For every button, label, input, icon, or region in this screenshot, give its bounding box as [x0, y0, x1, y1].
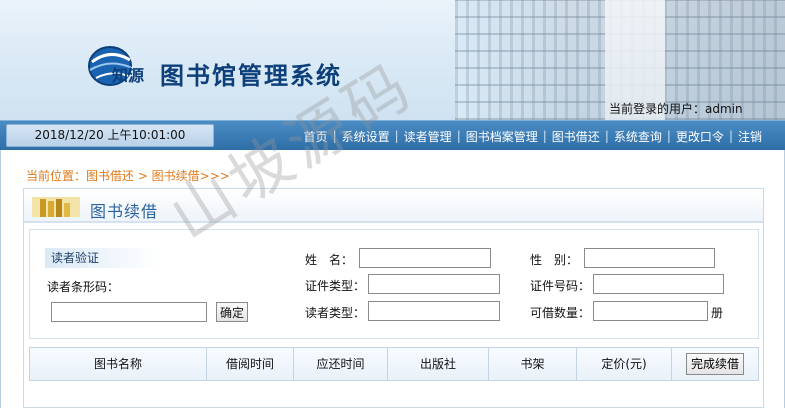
books-icon — [32, 197, 80, 217]
reader-type-field[interactable] — [368, 301, 500, 321]
main-content: 当前位置：图书借还 > 图书续借>>> 图书续借 读者验证 读者条形码： 确定 … — [0, 150, 785, 408]
panel-header: 图书续借 — [24, 189, 763, 223]
id-type-field[interactable] — [368, 274, 500, 294]
borrow-limit-label: 可借数量： — [530, 306, 591, 320]
column-header-due-time: 应还时间 — [294, 348, 388, 380]
column-header-borrow-time: 借阅时间 — [207, 348, 294, 380]
panel-title: 图书续借 — [90, 202, 159, 221]
id-number-label: 证件号码： — [530, 279, 591, 293]
column-header-book-name: 图书名称 — [30, 348, 207, 380]
column-header-shelf: 书架 — [489, 348, 577, 380]
barcode-label: 读者条形码： — [47, 280, 120, 294]
reader-verify-heading: 读者验证 — [45, 248, 160, 268]
action-cell: 完成续借 — [672, 348, 758, 380]
header-banner: 知源 图书馆管理系统 当前登录的用户：admin — [0, 0, 785, 120]
renew-panel: 图书续借 读者验证 读者条形码： 确定 姓 名： 证件类型： 读者类型： 性 别… — [23, 188, 764, 408]
menu-item-home[interactable]: 首页 — [299, 128, 333, 145]
borrow-limit-field[interactable] — [593, 301, 708, 321]
app-title: 图书馆管理系统 — [160, 62, 342, 90]
reader-verify-section: 读者验证 读者条形码： 确定 姓 名： 证件类型： 读者类型： 性 别： 证件号… — [29, 229, 759, 339]
confirm-button[interactable]: 确定 — [216, 302, 249, 322]
barcode-input[interactable] — [51, 302, 207, 322]
menu-item-reader-management[interactable]: 读者管理 — [399, 128, 457, 145]
menu-item-logout[interactable]: 注销 — [733, 128, 767, 145]
current-user-label: 当前登录的用户：admin — [609, 102, 743, 116]
datetime-display: 2018/12/20 上午10:01:00 — [6, 124, 214, 147]
id-type-label: 证件类型： — [305, 279, 366, 293]
menu-item-book-archive[interactable]: 图书档案管理 — [461, 128, 543, 145]
column-header-publisher: 出版社 — [388, 348, 489, 380]
main-menu: 首页 | 系统设置 | 读者管理 | 图书档案管理 | 图书借还 | 系统查询 … — [299, 121, 767, 151]
name-field[interactable] — [359, 248, 491, 268]
logo-brand-text: 知源 — [112, 66, 145, 85]
reader-type-label: 读者类型： — [305, 306, 366, 320]
borrow-unit-label: 册 — [711, 306, 724, 320]
borrow-table-header: 图书名称 借阅时间 应还时间 出版社 书架 定价(元) 完成续借 — [29, 347, 759, 381]
complete-renew-button[interactable]: 完成续借 — [685, 353, 744, 375]
column-header-price: 定价(元) — [577, 348, 672, 380]
menu-item-system-settings[interactable]: 系统设置 — [337, 128, 395, 145]
gender-field[interactable] — [584, 248, 715, 268]
id-number-field[interactable] — [593, 274, 724, 294]
name-label: 姓 名： — [305, 253, 354, 267]
menu-item-change-password[interactable]: 更改口令 — [671, 128, 729, 145]
menu-item-system-query[interactable]: 系统查询 — [609, 128, 667, 145]
nav-bar: 2018/12/20 上午10:01:00 首页 | 系统设置 | 读者管理 |… — [0, 120, 785, 150]
breadcrumb: 当前位置：图书借还 > 图书续借>>> — [26, 169, 230, 183]
menu-item-borrow-return[interactable]: 图书借还 — [547, 128, 605, 145]
gender-label: 性 别： — [530, 253, 579, 267]
